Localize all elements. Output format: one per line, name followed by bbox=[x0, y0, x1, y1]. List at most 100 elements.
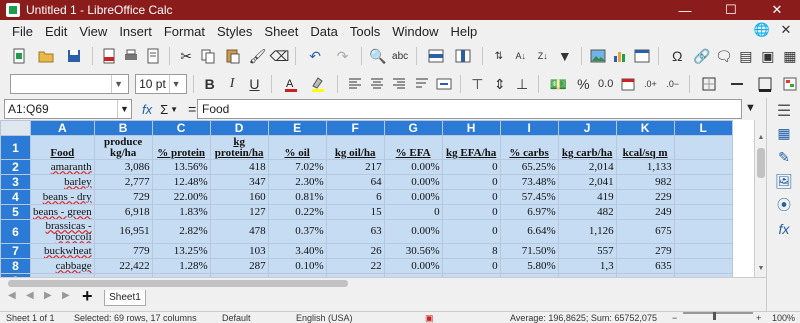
cell-h5[interactable]: 0 bbox=[441, 204, 501, 220]
menu-data[interactable]: Data bbox=[304, 24, 343, 39]
zoom-out-icon[interactable]: − bbox=[672, 312, 677, 323]
styles-icon[interactable]: ✎ bbox=[775, 148, 793, 166]
chevron-down-icon[interactable]: ▼ bbox=[117, 100, 131, 118]
cell-e3[interactable]: 2.30% bbox=[267, 174, 327, 190]
comment-icon[interactable]: 🗨 bbox=[714, 45, 734, 67]
delete-decimal-icon[interactable]: .0− bbox=[663, 73, 683, 95]
cell-j8[interactable]: 1,3 bbox=[557, 258, 617, 274]
formula-icon[interactable]: = bbox=[188, 101, 196, 117]
menu-insert[interactable]: Insert bbox=[113, 24, 158, 39]
hyperlink-icon[interactable]: 🔗 bbox=[692, 45, 712, 67]
font-size-box[interactable]: 10 pt ▼ bbox=[135, 74, 187, 94]
cell-b4[interactable]: 729 bbox=[93, 189, 153, 205]
cell-j2[interactable]: 2,014 bbox=[557, 159, 617, 175]
column-icon[interactable] bbox=[450, 45, 475, 67]
cell-h1[interactable]: kg EFA/ha bbox=[441, 135, 501, 160]
cell-d1[interactable]: kg protein/ha bbox=[209, 135, 269, 160]
selection-summary[interactable]: Average: 196,8625; Sum: 65752,075 bbox=[510, 312, 657, 323]
cell-d5[interactable]: 127 bbox=[209, 204, 269, 220]
column-header-b[interactable]: B bbox=[93, 120, 153, 136]
chevron-down-icon[interactable]: ▼ bbox=[170, 105, 178, 114]
cell-g5[interactable]: 0 bbox=[383, 204, 443, 220]
cell-e2[interactable]: 7.02% bbox=[267, 159, 327, 175]
column-header-h[interactable]: H bbox=[441, 120, 501, 136]
cell-c3[interactable]: 12.48% bbox=[151, 174, 211, 190]
last-sheet-icon[interactable]: ▶ bbox=[62, 290, 70, 301]
cell-k7[interactable]: 279 bbox=[615, 243, 675, 259]
add-sheet-icon[interactable]: + bbox=[82, 286, 93, 307]
font-color-icon[interactable]: A bbox=[278, 73, 304, 95]
find-replace-icon[interactable]: 🔍 bbox=[368, 45, 388, 67]
copy-icon[interactable] bbox=[198, 45, 218, 67]
freeze-rows-columns-icon[interactable]: ▦ bbox=[780, 45, 800, 67]
menu-sheet[interactable]: Sheet bbox=[258, 24, 304, 39]
cell-f6[interactable]: 63 bbox=[325, 219, 385, 244]
cell-g6[interactable]: 0.00% bbox=[383, 219, 443, 244]
cell-j7[interactable]: 557 bbox=[557, 243, 617, 259]
center-vertically-icon[interactable]: ⇕ bbox=[490, 73, 510, 95]
column-header-g[interactable]: G bbox=[383, 120, 443, 136]
cell-d6[interactable]: 478 bbox=[209, 219, 269, 244]
cell-h7[interactable]: 8 bbox=[441, 243, 501, 259]
cell-i8[interactable]: 5.80% bbox=[499, 258, 559, 274]
cell-c4[interactable]: 22.00% bbox=[151, 189, 211, 205]
cell-e4[interactable]: 0.81% bbox=[267, 189, 327, 205]
name-box[interactable]: A1:Q69 ▼ bbox=[4, 99, 132, 119]
cell-h8[interactable]: 0 bbox=[441, 258, 501, 274]
column-header-j[interactable]: J bbox=[557, 120, 617, 136]
menu-styles[interactable]: Styles bbox=[211, 24, 258, 39]
print-preview-icon[interactable] bbox=[143, 45, 163, 67]
cell-c7[interactable]: 13.25% bbox=[151, 243, 211, 259]
paste-icon[interactable] bbox=[220, 45, 245, 67]
menu-view[interactable]: View bbox=[73, 24, 113, 39]
number-format-icon[interactable]: 0.0 bbox=[596, 73, 616, 95]
page-style[interactable]: Default bbox=[222, 312, 251, 323]
cell-a7[interactable]: buckwheat bbox=[30, 243, 95, 259]
clear-formatting-icon[interactable]: ⌫ bbox=[269, 45, 290, 67]
row-header[interactable]: 7 bbox=[0, 243, 31, 259]
headers-footers-icon[interactable]: ▤ bbox=[736, 45, 756, 67]
cell-j5[interactable]: 482 bbox=[557, 204, 617, 220]
special-character-icon[interactable]: Ω bbox=[665, 45, 690, 67]
border-color-icon[interactable] bbox=[752, 73, 778, 95]
formula-input[interactable]: Food bbox=[197, 99, 742, 119]
row-header[interactable]: 5 bbox=[0, 204, 31, 220]
cell-f3[interactable]: 64 bbox=[325, 174, 385, 190]
align-center-icon[interactable] bbox=[367, 73, 387, 95]
pivot-table-icon[interactable] bbox=[632, 45, 652, 67]
cell-a6[interactable]: brassicas - broccoli bbox=[30, 219, 95, 244]
cell-f7[interactable]: 26 bbox=[325, 243, 385, 259]
navigator-icon[interactable]: ⦿ bbox=[775, 196, 793, 214]
row-header[interactable]: 4 bbox=[0, 189, 31, 205]
open-folder-icon[interactable] bbox=[33, 45, 58, 67]
menu-help[interactable]: Help bbox=[444, 24, 483, 39]
cell-b1[interactable]: produce kg/ha bbox=[93, 135, 153, 160]
horizontal-scrollbar[interactable] bbox=[0, 277, 766, 289]
cell-j1[interactable]: kg carb/ha bbox=[557, 135, 617, 160]
cell-i2[interactable]: 65.25% bbox=[499, 159, 559, 175]
cell-f1[interactable]: kg oil/ha bbox=[325, 135, 385, 160]
function-wizard-icon[interactable]: fx bbox=[142, 102, 152, 117]
undo-icon[interactable]: ↶ bbox=[302, 45, 327, 67]
expand-formula-bar-icon[interactable]: ▼ bbox=[745, 102, 756, 114]
cell-e8[interactable]: 0.10% bbox=[267, 258, 327, 274]
row-header[interactable]: 2 bbox=[0, 159, 31, 175]
horizontal-scroll-thumb[interactable] bbox=[8, 280, 348, 287]
close-button[interactable]: ✕ bbox=[754, 0, 800, 20]
cell-i7[interactable]: 71.50% bbox=[499, 243, 559, 259]
row-header[interactable]: 8 bbox=[0, 258, 31, 274]
wrap-text-icon[interactable] bbox=[411, 73, 431, 95]
insert-chart-icon[interactable] bbox=[610, 45, 630, 67]
cell-k5[interactable]: 249 bbox=[615, 204, 675, 220]
chevron-down-icon[interactable]: ▼ bbox=[168, 75, 183, 93]
print-icon[interactable] bbox=[121, 45, 141, 67]
underline-button[interactable]: U bbox=[244, 73, 264, 95]
minimize-button[interactable]: — bbox=[662, 0, 708, 20]
chevron-down-icon[interactable]: ▼ bbox=[111, 75, 125, 93]
cell-d2[interactable]: 418 bbox=[209, 159, 269, 175]
cell-d7[interactable]: 103 bbox=[209, 243, 269, 259]
zoom-slider[interactable] bbox=[683, 312, 753, 314]
cell-j3[interactable]: 2,041 bbox=[557, 174, 617, 190]
menu-tools[interactable]: Tools bbox=[344, 24, 386, 39]
cut-icon[interactable]: ✂ bbox=[176, 45, 196, 67]
